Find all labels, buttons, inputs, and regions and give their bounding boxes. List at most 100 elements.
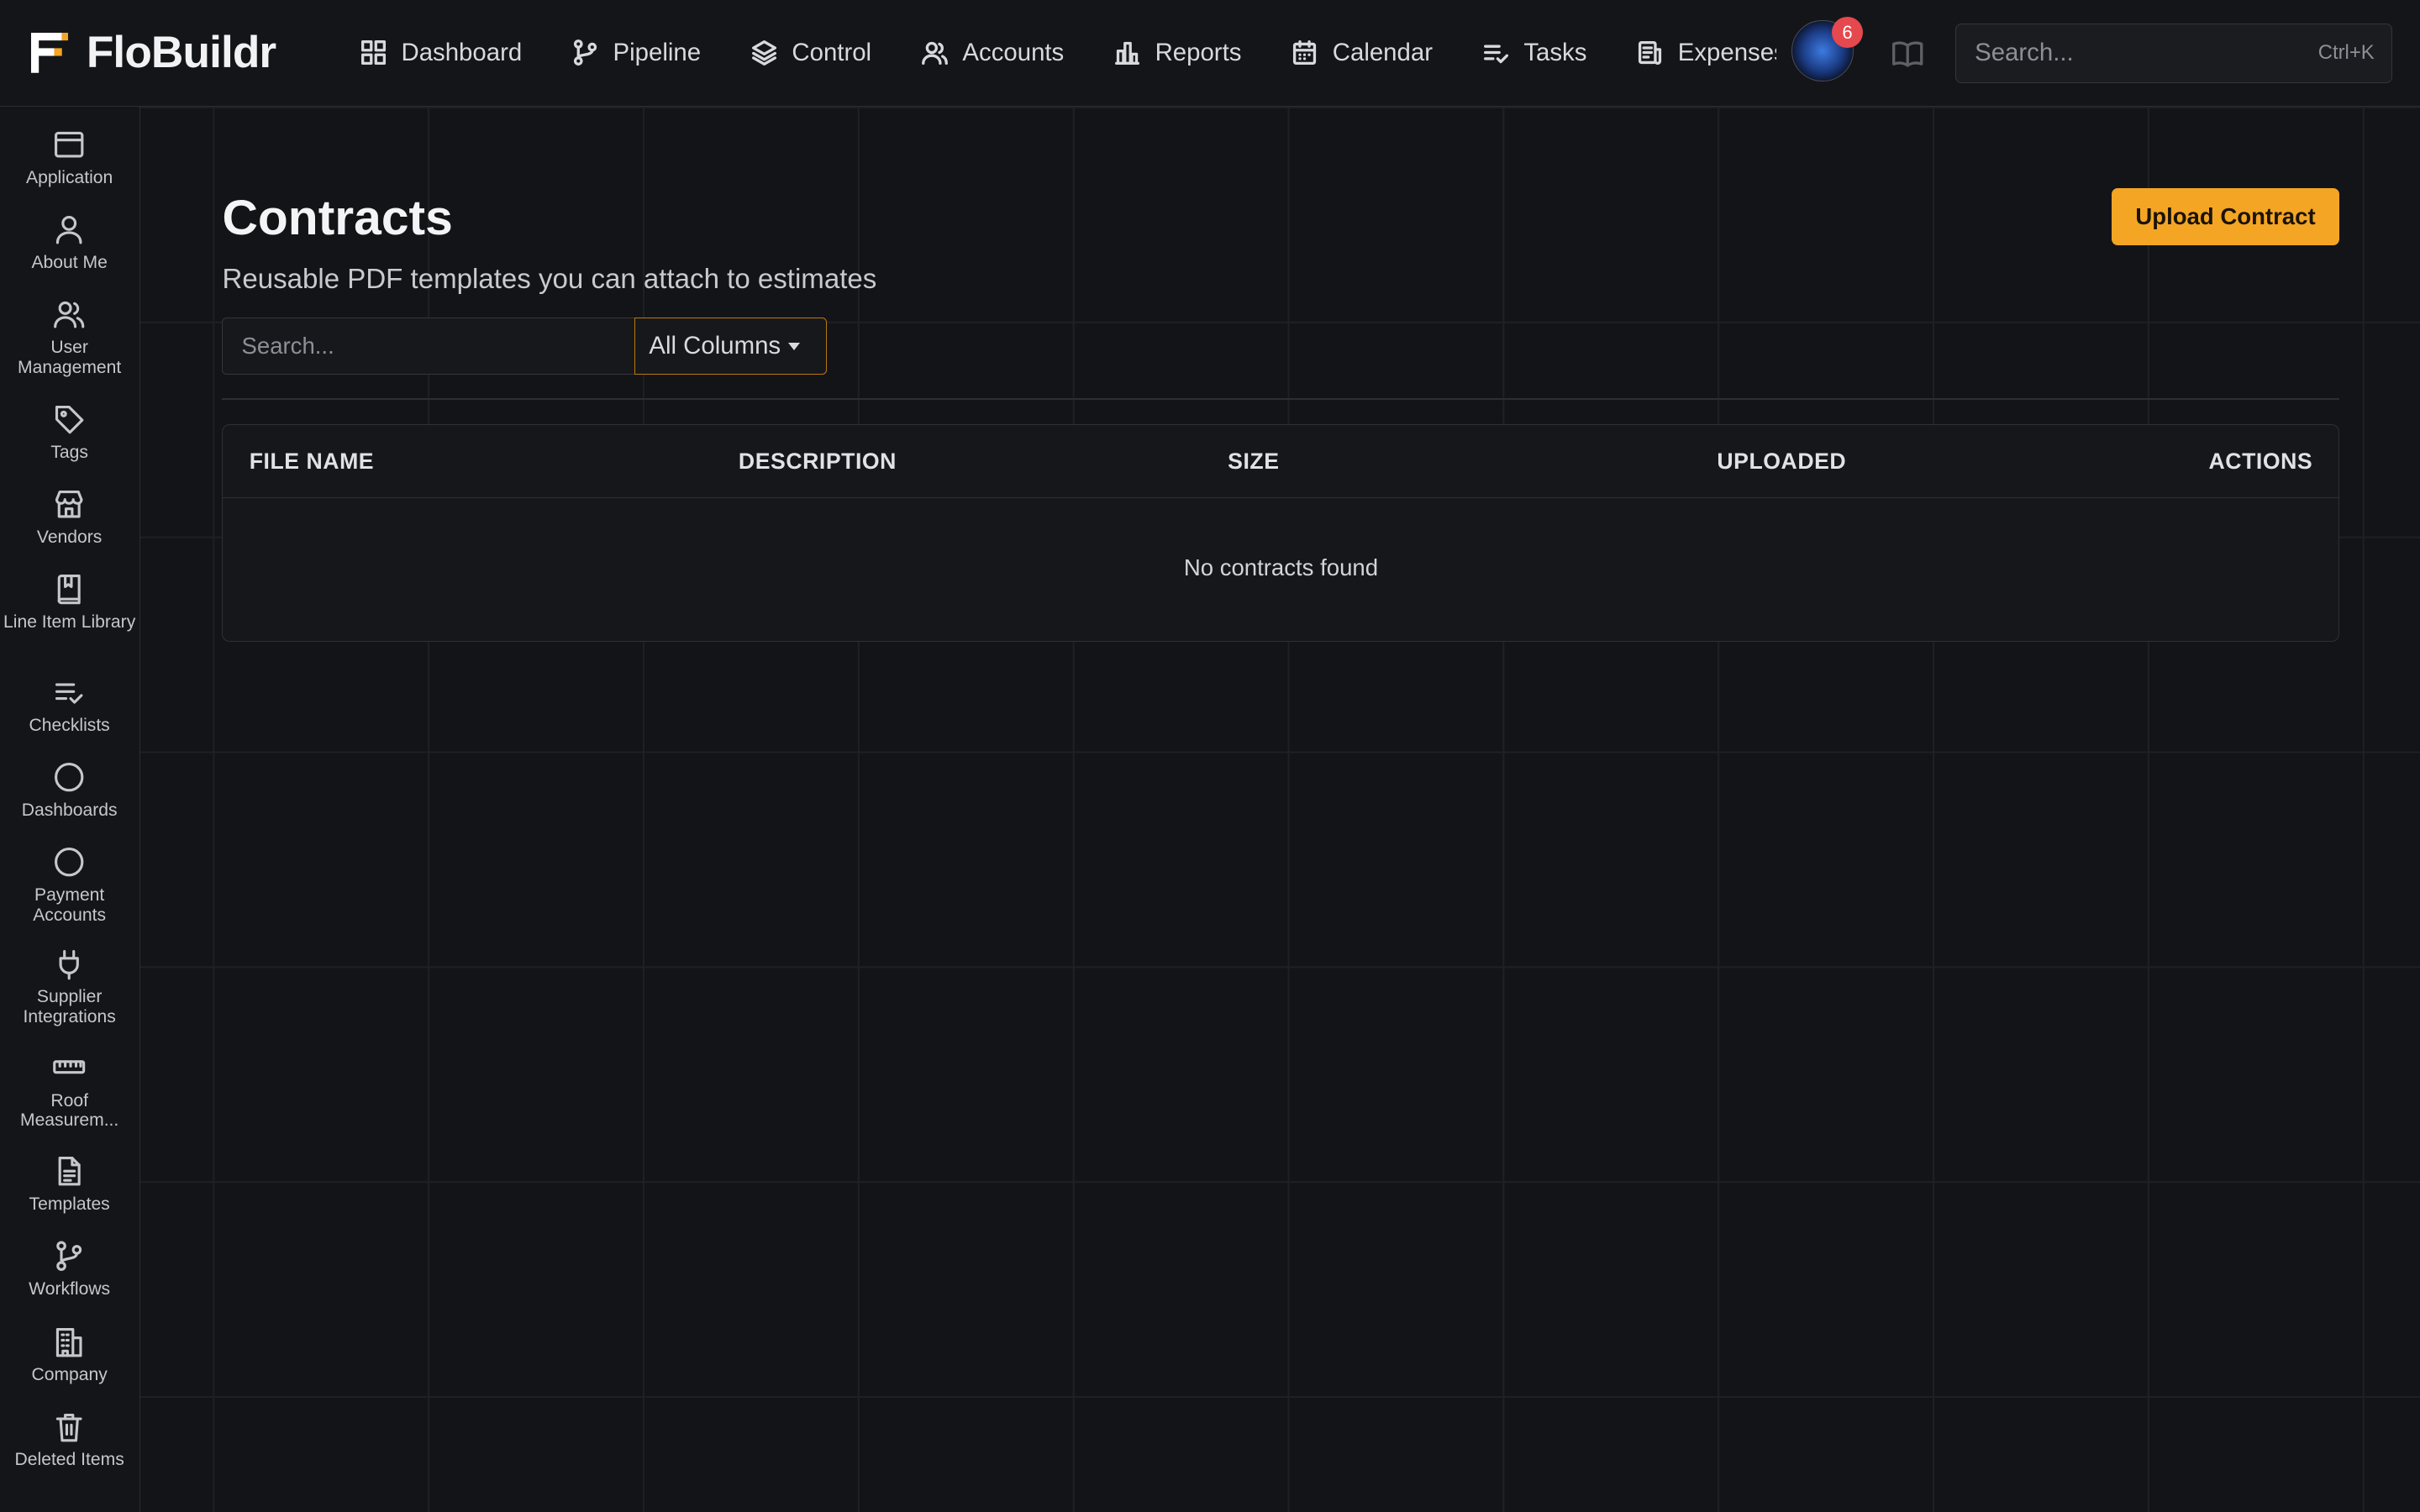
sidebar-item-label: Application (26, 168, 113, 188)
ruler-icon (53, 1060, 86, 1074)
user-avatar-button[interactable]: 6 (1791, 17, 1863, 85)
sidebar-item-dashboards[interactable]: Dashboards (0, 760, 139, 821)
nav-item-expenses[interactable]: Expenses (1636, 39, 1776, 67)
caret-down-icon (788, 342, 801, 350)
column-header-uploaded[interactable]: UPLOADED (1717, 449, 1846, 475)
sidebar-item-tags[interactable]: Tags (0, 402, 139, 463)
sidebar-item-label: Tags (50, 443, 88, 463)
nav-label: Control (792, 38, 872, 66)
sidebar-item-label: Line Item Library (3, 612, 136, 633)
sidebar-item-label: Deleted Items (14, 1450, 124, 1470)
nav-item-pipeline[interactable]: Pipeline (571, 39, 701, 67)
nav-label: Tasks (1523, 38, 1587, 66)
circle-icon (55, 848, 84, 877)
notification-badge: 6 (1832, 17, 1863, 48)
sidebar: Application About Me User Management Tag… (0, 106, 141, 1512)
sidebar-item-label: About Me (31, 253, 108, 273)
list-check-icon (55, 683, 83, 705)
grid-icon (360, 40, 386, 66)
sidebar-item-vendors[interactable]: Vendors (0, 487, 139, 548)
sidebar-item-roof-measurements[interactable]: Roof Measurem... (0, 1051, 139, 1131)
nav-item-calendar[interactable]: Calendar (1291, 39, 1433, 67)
upload-contract-button[interactable]: Upload Contract (2111, 188, 2340, 246)
main-content: Contracts Reusable PDF templates you can… (140, 106, 2420, 1512)
nav-label: Expenses (1677, 38, 1776, 66)
column-header-actions: ACTIONS (2208, 448, 2313, 474)
contract-search-input[interactable] (222, 318, 634, 375)
layers-icon (751, 40, 776, 66)
table-filter-bar: All Columns (222, 318, 828, 375)
nav-item-reports[interactable]: Reports (1113, 39, 1241, 67)
sidebar-item-line-item-library[interactable]: Line Item Library (0, 572, 139, 633)
nav-item-accounts[interactable]: Accounts (921, 39, 1064, 67)
file-text-icon (59, 1156, 82, 1186)
bar-chart-icon (1115, 42, 1140, 66)
sidebar-item-payment-accounts[interactable]: Payment Accounts (0, 845, 139, 926)
sidebar-item-checklists[interactable]: Checklists (0, 675, 139, 736)
sidebar-item-deleted-items[interactable]: Deleted Items (0, 1410, 139, 1471)
nav-item-dashboard[interactable]: Dashboard (360, 39, 522, 67)
sidebar-item-about-me[interactable]: About Me (0, 213, 139, 273)
nav-label: Accounts (962, 38, 1065, 66)
sidebar-item-label: User Management (18, 338, 122, 378)
users-icon (921, 42, 948, 66)
column-header-file-name[interactable]: FILE NAME (250, 449, 374, 475)
table-header: FILE NAME DESCRIPTION SIZE UPLOADED ACTI… (223, 425, 2339, 499)
sidebar-item-supplier-integrations[interactable]: Supplier Integrations (0, 948, 139, 1028)
search-shortcut: Ctrl+K (2317, 41, 2375, 65)
git-branch-icon (56, 1241, 82, 1271)
brand[interactable]: FloBuildr (30, 27, 321, 78)
circle-icon (55, 763, 84, 792)
nav-item-control[interactable]: Control (750, 39, 871, 67)
sidebar-item-application[interactable]: Application (0, 128, 139, 188)
sidebar-item-label: Vendors (36, 528, 103, 548)
top-nav: Dashboard Pipeline Control Accounts Repo… (360, 39, 1776, 67)
global-search-input[interactable]: Search... Ctrl+K (1955, 23, 2392, 84)
user-icon (56, 216, 82, 244)
sidebar-item-label: Templates (29, 1194, 110, 1214)
nav-label: Reports (1155, 38, 1242, 66)
users-icon (54, 302, 85, 328)
sidebar-item-workflows[interactable]: Workflows (0, 1239, 139, 1299)
sidebar-item-label: Company (31, 1365, 108, 1385)
nav-item-tasks[interactable]: Tasks (1482, 38, 1587, 67)
brand-name: FloBuildr (86, 28, 276, 78)
top-bar: FloBuildr Dashboard Pipeline Control Acc… (0, 0, 2420, 107)
calendar-icon (1293, 40, 1317, 66)
column-header-size[interactable]: SIZE (1228, 449, 1279, 475)
column-filter-select[interactable]: All Columns (634, 318, 828, 375)
tag-icon (55, 406, 84, 434)
book-open-icon[interactable] (1891, 37, 1924, 71)
sidebar-item-label: Workflows (29, 1278, 111, 1299)
window-icon (55, 132, 84, 158)
page-title: Contracts (222, 190, 453, 245)
store-icon (55, 491, 83, 518)
nav-label: Calendar (1332, 38, 1433, 66)
contracts-table: FILE NAME DESCRIPTION SIZE UPLOADED ACTI… (222, 424, 2340, 643)
sidebar-item-templates[interactable]: Templates (0, 1154, 139, 1215)
empty-state-message: No contracts found (1183, 554, 1379, 581)
column-header-description[interactable]: DESCRIPTION (739, 449, 897, 475)
plug-icon (59, 949, 80, 980)
trash-icon (56, 1413, 82, 1442)
column-filter-value: All Columns (649, 332, 781, 360)
sidebar-item-label: Supplier Integrations (23, 987, 116, 1027)
building-icon (56, 1327, 82, 1357)
search-placeholder: Search... (1975, 39, 2074, 67)
book-icon (58, 575, 82, 605)
nav-label: Pipeline (613, 38, 702, 66)
sidebar-item-label: Dashboards (21, 801, 118, 821)
page-subtitle: Reusable PDF templates you can attach to… (222, 264, 877, 296)
sidebar-item-company[interactable]: Company (0, 1326, 139, 1386)
nav-label: Dashboard (401, 38, 523, 66)
receipt-icon (1639, 41, 1662, 66)
git-branch-icon (573, 39, 597, 66)
list-check-icon (1483, 45, 1508, 64)
divider (222, 397, 2340, 400)
logo-icon (30, 32, 68, 73)
sidebar-item-user-management[interactable]: User Management (0, 297, 139, 378)
app-root: FloBuildr Dashboard Pipeline Control Acc… (0, 0, 2420, 1512)
sidebar-item-label: Roof Measurem... (19, 1090, 119, 1131)
sidebar-item-label: Checklists (29, 716, 110, 736)
sidebar-item-label: Payment Accounts (33, 885, 107, 926)
